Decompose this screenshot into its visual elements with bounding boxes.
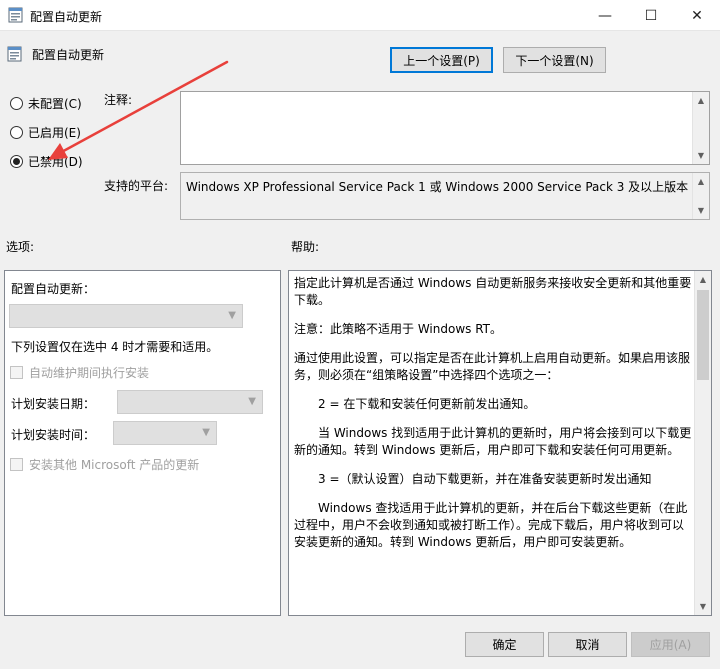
radio-enabled-circle[interactable]: [10, 126, 23, 139]
scroll-up-icon[interactable]: ▲: [693, 173, 709, 190]
window-title: 配置自动更新: [30, 10, 103, 24]
scrollbar-thumb[interactable]: [697, 290, 709, 380]
platform-scrollbar[interactable]: ▲ ▼: [692, 173, 709, 219]
chevron-down-icon: ▼: [248, 396, 256, 407]
chevron-down-icon: ▼: [202, 427, 210, 438]
help-paragraph: 注意：此策略不适用于 Windows RT。: [294, 322, 502, 336]
help-text: 指定此计算机是否通过 Windows 自动更新服务来接收安全更新和其他重要下载。…: [294, 275, 694, 563]
radio-not-configured[interactable]: 未配置(C): [10, 95, 82, 112]
help-paragraph: 指定此计算机是否通过 Windows 自动更新服务来接收安全更新和其他重要下载。: [294, 276, 692, 307]
help-paragraph: 2 = 在下载和安装任何更新前发出通知。: [318, 397, 536, 411]
chevron-down-icon: ▼: [228, 310, 236, 321]
next-setting-button[interactable]: 下一个设置(N): [503, 47, 606, 73]
comment-textarea[interactable]: ▲ ▼: [180, 91, 710, 165]
schedule-time-label: 计划安装时间：: [11, 428, 96, 442]
maximize-button[interactable]: ☐: [628, 0, 674, 31]
help-scrollbar[interactable]: ▲ ▼: [694, 271, 711, 615]
comment-scrollbar[interactable]: ▲ ▼: [692, 92, 709, 164]
maintenance-install-box[interactable]: [10, 366, 23, 379]
scroll-down-icon[interactable]: ▼: [693, 202, 709, 219]
scroll-up-icon[interactable]: ▲: [693, 92, 709, 109]
scroll-down-icon[interactable]: ▼: [695, 598, 711, 615]
maintenance-install-checkbox[interactable]: 自动维护期间执行安装: [10, 364, 149, 381]
maintenance-install-label: 自动维护期间执行安装: [29, 366, 150, 380]
previous-setting-button[interactable]: 上一个设置(P): [390, 47, 493, 73]
policy-name: 配置自动更新: [32, 48, 105, 62]
options-panel: 配置自动更新： ▼ 下列设置仅在选中 4 时才需要和适用。 自动维护期间执行安装…: [4, 270, 281, 616]
title-bar: 配置自动更新 — ☐ ✕: [0, 0, 720, 31]
radio-enabled[interactable]: 已启用(E): [10, 124, 81, 141]
ok-button[interactable]: 确定: [465, 632, 544, 657]
platform-label: 支持的平台:: [104, 179, 169, 193]
radio-enabled-label: 已启用(E): [28, 126, 81, 140]
scroll-up-icon[interactable]: ▲: [695, 271, 711, 288]
maximize-icon: ☐: [644, 7, 658, 24]
close-button[interactable]: ✕: [674, 0, 720, 31]
policy-icon: [8, 7, 23, 23]
radio-disabled-label: 已禁用(D): [28, 155, 83, 169]
options-section-label: 选项:: [6, 240, 35, 254]
other-products-label: 安装其他 Microsoft 产品的更新: [29, 458, 200, 472]
platform-value: Windows XP Professional Service Pack 1 或…: [186, 180, 689, 194]
schedule-day-label: 计划安装日期：: [11, 397, 96, 411]
cancel-button[interactable]: 取消: [548, 632, 627, 657]
schedule-day-dropdown[interactable]: ▼: [117, 390, 263, 414]
radio-not-configured-circle[interactable]: [10, 97, 23, 110]
help-paragraph: 3 =（默认设置）自动下载更新，并在准备安装更新时发出通知: [318, 472, 652, 486]
schedule-time-dropdown[interactable]: ▼: [113, 421, 217, 445]
other-products-box[interactable]: [10, 458, 23, 471]
help-paragraph: 通过使用此设置，可以指定是否在此计算机上启用自动更新。如果启用该服务，则必须在“…: [294, 351, 691, 382]
apply-button[interactable]: 应用(A): [631, 632, 710, 657]
radio-disabled-circle[interactable]: [10, 155, 23, 168]
help-paragraph: 当 Windows 找到适用于此计算机的更新时，用户将会接到可以下载更新的通知。…: [294, 426, 692, 457]
help-panel: 指定此计算机是否通过 Windows 自动更新服务来接收安全更新和其他重要下载。…: [288, 270, 712, 616]
configure-updates-dropdown[interactable]: ▼: [9, 304, 243, 328]
option-4-note: 下列设置仅在选中 4 时才需要和适用。: [11, 340, 219, 354]
help-paragraph: Windows 查找适用于此计算机的更新，并在后台下载这些更新（在此过程中，用户…: [294, 501, 688, 549]
help-section-label: 帮助:: [291, 240, 320, 254]
close-icon: ✕: [691, 7, 703, 24]
radio-disabled[interactable]: 已禁用(D): [10, 153, 83, 170]
scroll-down-icon[interactable]: ▼: [693, 147, 709, 164]
platform-field: Windows XP Professional Service Pack 1 或…: [180, 172, 710, 220]
other-products-checkbox[interactable]: 安装其他 Microsoft 产品的更新: [10, 456, 199, 473]
radio-not-configured-label: 未配置(C): [28, 97, 82, 111]
policy-setting-icon: [7, 46, 22, 62]
configure-updates-label: 配置自动更新：: [11, 282, 96, 296]
comment-label: 注释:: [104, 93, 133, 107]
minimize-button[interactable]: —: [582, 0, 628, 31]
minimize-icon: —: [598, 7, 612, 24]
